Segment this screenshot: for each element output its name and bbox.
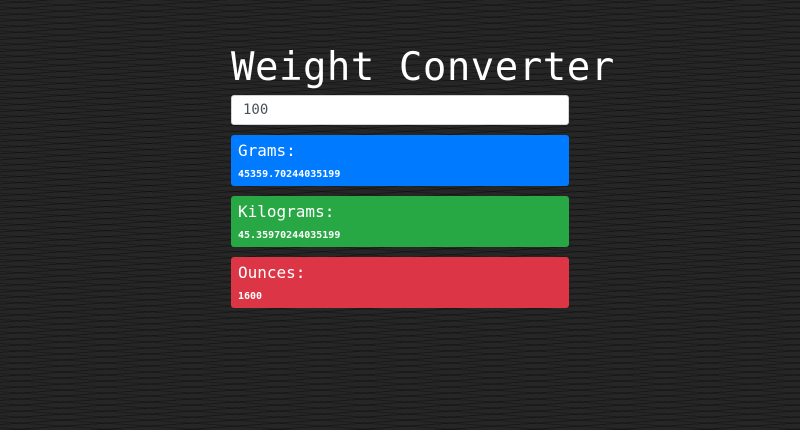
pounds-input[interactable] [231, 95, 569, 125]
converter-panel: Weight Converter Grams: 45359.7024403519… [231, 44, 615, 308]
grams-label: Grams: [238, 141, 296, 160]
grams-card: Grams: 45359.70244035199 [231, 135, 569, 186]
kilograms-value: 45.35970244035199 [238, 230, 341, 241]
grams-value: 45359.70244035199 [238, 169, 341, 180]
kilograms-label: Kilograms: [238, 202, 335, 221]
ounces-label: Ounces: [238, 263, 306, 282]
kilograms-card: Kilograms: 45.35970244035199 [231, 196, 569, 247]
ounces-value: 1600 [238, 291, 263, 302]
page-title: Weight Converter [231, 45, 615, 90]
ounces-card: Ounces: 1600 [231, 257, 569, 308]
